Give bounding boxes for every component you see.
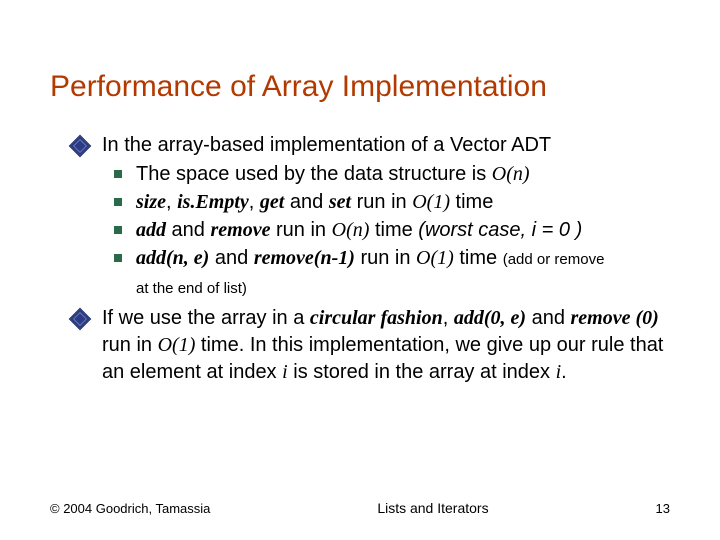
footer-title: Lists and Iterators (377, 500, 488, 516)
sub-text-4: add(n, e) and remove(n-1) run in O(1) ti… (136, 245, 604, 272)
slide: Performance of Array Implementation In t… (0, 0, 720, 540)
sub-item-3: add and remove run in O(n) time (worst c… (114, 217, 670, 244)
footer: © 2004 Goodrich, Tamassia Lists and Iter… (0, 500, 720, 516)
footer-copyright: © 2004 Goodrich, Tamassia (50, 501, 210, 516)
slide-title: Performance of Array Implementation (50, 70, 670, 104)
square-icon (114, 198, 122, 206)
square-icon (114, 254, 122, 262)
sub-item-4: add(n, e) and remove(n-1) run in O(1) ti… (114, 245, 670, 272)
page-number: 13 (656, 501, 670, 516)
sub-text-3: add and remove run in O(n) time (worst c… (136, 217, 582, 244)
sub-text-1: The space used by the data structure is … (136, 161, 530, 188)
sub-text-2: size, is.Empty, get and set run in O(1) … (136, 189, 493, 216)
sub-list-1: The space used by the data structure is … (114, 161, 670, 272)
square-icon (114, 170, 122, 178)
bullet-1: In the array-based implementation of a V… (72, 132, 670, 159)
square-icon (114, 226, 122, 234)
bullet-2-text: If we use the array in a circular fashio… (102, 305, 670, 386)
diamond-icon (69, 135, 92, 158)
sub-item-1: The space used by the data structure is … (114, 161, 670, 188)
bullet-1-text: In the array-based implementation of a V… (102, 132, 551, 159)
diamond-icon (69, 308, 92, 331)
sub-item-2: size, is.Empty, get and set run in O(1) … (114, 189, 670, 216)
bullet-2: If we use the array in a circular fashio… (72, 305, 670, 386)
sub-item-4-trail: at the end of list) (136, 280, 670, 297)
